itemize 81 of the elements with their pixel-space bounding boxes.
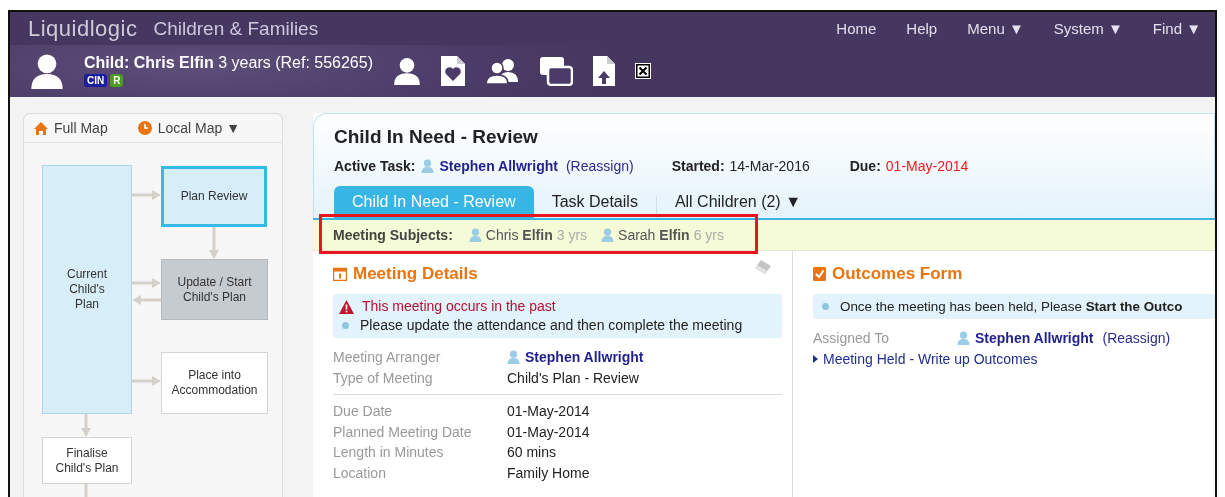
age-label: 6 yrs bbox=[693, 227, 724, 243]
arrow bbox=[209, 227, 219, 259]
info-message: Once the meeting has been held, Please Start the Outco bbox=[840, 298, 1183, 316]
field-label: Assigned To bbox=[813, 329, 890, 348]
field-value: 01-May-2014 bbox=[507, 402, 590, 421]
windows-icon[interactable] bbox=[539, 56, 573, 86]
reassign-link[interactable]: (Reassign) bbox=[1102, 328, 1171, 349]
page-title: Child In Need - Review bbox=[334, 126, 539, 148]
field-label: Active Task: bbox=[334, 158, 416, 174]
field-label: Planned Meeting Date bbox=[333, 422, 473, 442]
nav-link[interactable]: System ▼ bbox=[1053, 20, 1123, 37]
logo: Liquidlogic bbox=[28, 15, 138, 42]
status-badge: R bbox=[110, 73, 124, 87]
flow-node[interactable]: Plan Review bbox=[161, 166, 267, 227]
person-icon bbox=[30, 53, 64, 89]
field-label: Due: bbox=[849, 158, 881, 174]
map-tab[interactable]: Local Map ▼ bbox=[137, 120, 241, 136]
child-name: Child: Chris Elfin bbox=[84, 53, 214, 71]
caret-icon bbox=[813, 354, 818, 363]
clock-icon bbox=[137, 121, 152, 135]
tab[interactable]: All Children (2) ▼ bbox=[656, 186, 819, 218]
field-label: Type of Meeting bbox=[333, 368, 434, 388]
field-label: Meeting Subjects: bbox=[333, 227, 453, 243]
arrow bbox=[132, 278, 161, 288]
field-label: Location bbox=[333, 463, 387, 483]
person-icon bbox=[957, 331, 970, 346]
person-name[interactable]: Sarah Elfin bbox=[618, 227, 690, 243]
field-label: Due Date bbox=[333, 402, 394, 421]
arrow bbox=[132, 190, 161, 200]
section-title: Outcomes Form bbox=[832, 264, 963, 284]
arrow bbox=[132, 376, 161, 386]
flow-node[interactable]: Place into Accommodation bbox=[161, 352, 268, 414]
field-label: Started: bbox=[671, 158, 725, 174]
bullet-icon bbox=[342, 322, 349, 329]
field-value: 60 mins bbox=[507, 443, 557, 462]
person-link[interactable]: Stephen Allwright bbox=[525, 347, 644, 368]
age-label: 3 yrs bbox=[556, 227, 588, 243]
arrow bbox=[81, 414, 91, 437]
map-tab[interactable]: Full Map bbox=[34, 120, 108, 136]
person-icon[interactable] bbox=[393, 57, 421, 85]
child-details: 3 years (Ref: 556265) bbox=[218, 53, 373, 71]
app-title: Children & Families bbox=[153, 17, 319, 40]
field-value: 01-May-2014 bbox=[507, 422, 590, 442]
arrow bbox=[132, 295, 161, 305]
home-icon bbox=[34, 121, 48, 135]
checkbox-icon bbox=[813, 267, 826, 281]
person-icon bbox=[421, 159, 435, 173]
nav-link[interactable]: Help bbox=[906, 20, 938, 37]
nav-link[interactable]: Home bbox=[836, 20, 877, 37]
calendar-icon bbox=[333, 267, 347, 281]
nav-link[interactable]: Menu ▼ bbox=[967, 20, 1024, 37]
person-icon bbox=[507, 350, 520, 365]
person-icon bbox=[601, 228, 615, 242]
field-value: Family Home bbox=[507, 463, 590, 483]
people-icon[interactable] bbox=[485, 58, 519, 84]
assignee-link[interactable]: Stephen Allwright bbox=[975, 328, 1094, 349]
flow-node[interactable]: Current Child's Plan bbox=[42, 165, 132, 414]
field-label: Meeting Arranger bbox=[333, 348, 442, 367]
warning-icon bbox=[339, 299, 354, 314]
bullet-icon bbox=[822, 303, 829, 310]
person-icon bbox=[468, 228, 482, 242]
document-heart-icon[interactable] bbox=[441, 56, 465, 86]
close-icon[interactable] bbox=[635, 63, 651, 79]
due-date: 01-May-2014 bbox=[885, 158, 969, 174]
info-message: Please update the attendance and then complete the meeting bbox=[360, 316, 743, 335]
started-date: 14-Mar-2016 bbox=[729, 158, 810, 174]
assignee-link[interactable]: Stephen Allwright bbox=[439, 158, 558, 174]
flow-node[interactable]: Finalise Child's Plan bbox=[42, 437, 132, 484]
nav-link[interactable]: Find ▼ bbox=[1152, 20, 1201, 37]
warning-message: This meeting occurs in the past bbox=[362, 297, 556, 316]
field-label: Length in Minutes bbox=[333, 443, 445, 462]
tab[interactable]: Task Details bbox=[533, 186, 656, 218]
status-badge: CIN bbox=[84, 73, 108, 87]
section-title: Meeting Details bbox=[353, 264, 478, 284]
field-value: Child's Plan - Review bbox=[507, 368, 639, 388]
reassign-link[interactable]: (Reassign) bbox=[565, 158, 634, 174]
action-link[interactable]: Meeting Held - Write up Outcomes bbox=[813, 348, 1215, 369]
person-name[interactable]: Chris Elfin bbox=[485, 227, 553, 243]
flow-node[interactable]: Update / Start Child's Plan bbox=[161, 259, 268, 320]
document-upload-icon[interactable] bbox=[593, 56, 615, 86]
connector-line bbox=[84, 484, 88, 497]
